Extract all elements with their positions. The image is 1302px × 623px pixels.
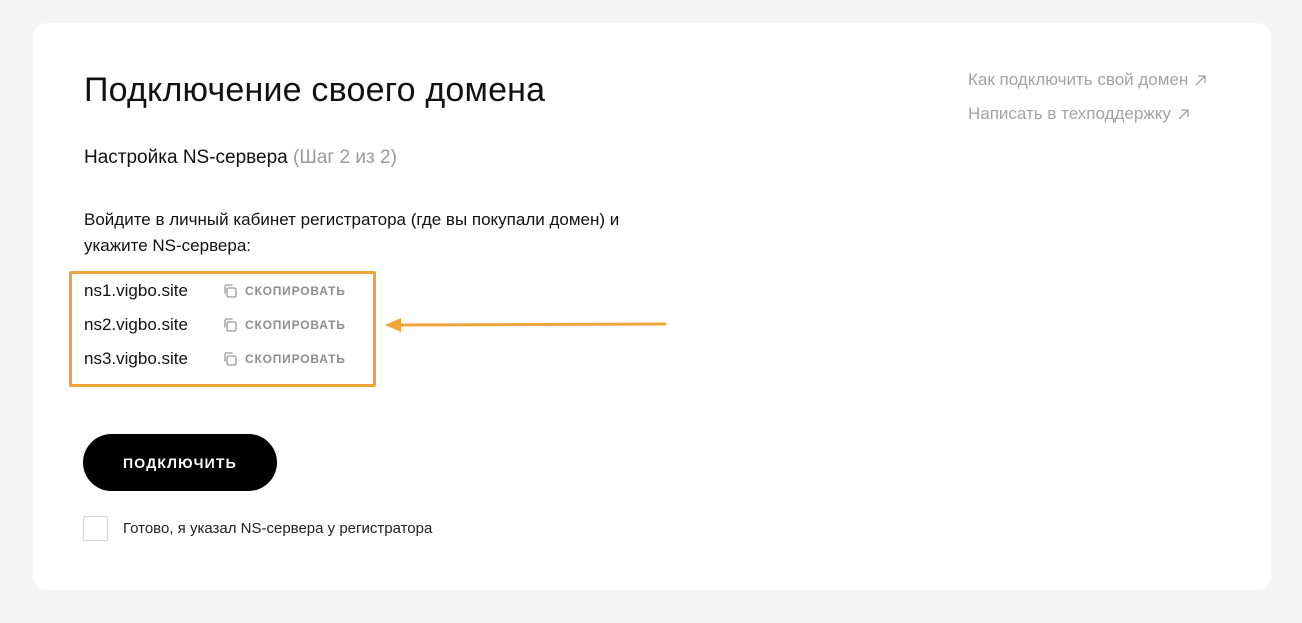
copy-label: СКОПИРОВАТЬ [245, 318, 346, 332]
confirm-checkbox-label[interactable]: Готово, я указал NS-сервера у регистрато… [123, 520, 432, 537]
domain-connect-card: Подключение своего домена Настройка NS-с… [33, 23, 1271, 590]
confirm-row: Готово, я указал NS-сервера у регистрато… [83, 516, 432, 541]
arrow-up-right-icon [1178, 108, 1189, 119]
arrow-up-right-icon [1195, 74, 1206, 85]
confirm-checkbox[interactable] [83, 516, 108, 541]
step-heading: Настройка NS-сервера (Шаг 2 из 2) [84, 147, 397, 169]
ns-server-name: ns1.vigbo.site [84, 281, 188, 300]
copy-ns3-button[interactable]: СКОПИРОВАТЬ [222, 351, 346, 367]
copy-icon [224, 284, 237, 298]
copy-ns1-button[interactable]: СКОПИРОВАТЬ [222, 283, 346, 299]
ns-server-row: ns2.vigbo.site СКОПИРОВАТЬ [84, 313, 346, 337]
ns-server-row: ns1.vigbo.site СКОПИРОВАТЬ [84, 279, 346, 303]
contact-support-label: Написать в техподдержку [968, 104, 1171, 123]
copy-icon [224, 352, 237, 366]
copy-label: СКОПИРОВАТЬ [245, 352, 346, 366]
contact-support-link[interactable]: Написать в техподдержку [968, 104, 1207, 124]
ns-server-name: ns3.vigbo.site [84, 349, 188, 368]
page-title: Подключение своего домена [84, 71, 546, 109]
how-to-connect-link[interactable]: Как подключить свой домен [968, 70, 1207, 90]
copy-icon [224, 318, 237, 332]
instructions-text: Войдите в личный кабинет регистратора (г… [84, 207, 684, 259]
connect-button[interactable]: ПОДКЛЮЧИТЬ [83, 434, 277, 491]
ns-server-name: ns2.vigbo.site [84, 315, 188, 334]
copy-ns2-button[interactable]: СКОПИРОВАТЬ [222, 317, 346, 333]
annotation-arrow-icon [385, 318, 667, 332]
how-to-connect-label: Как подключить свой домен [968, 70, 1189, 89]
step-count: (Шаг 2 из 2) [293, 147, 397, 168]
help-links: Как подключить свой домен Написать в тех… [968, 70, 1207, 124]
step-label: Настройка NS-сервера [84, 147, 288, 168]
copy-label: СКОПИРОВАТЬ [245, 284, 346, 298]
instructions-line-2: укажите NS-сервера: [84, 236, 252, 255]
ns-server-row: ns3.vigbo.site СКОПИРОВАТЬ [84, 347, 346, 371]
instructions-line-1: Войдите в личный кабинет регистратора (г… [84, 210, 620, 229]
